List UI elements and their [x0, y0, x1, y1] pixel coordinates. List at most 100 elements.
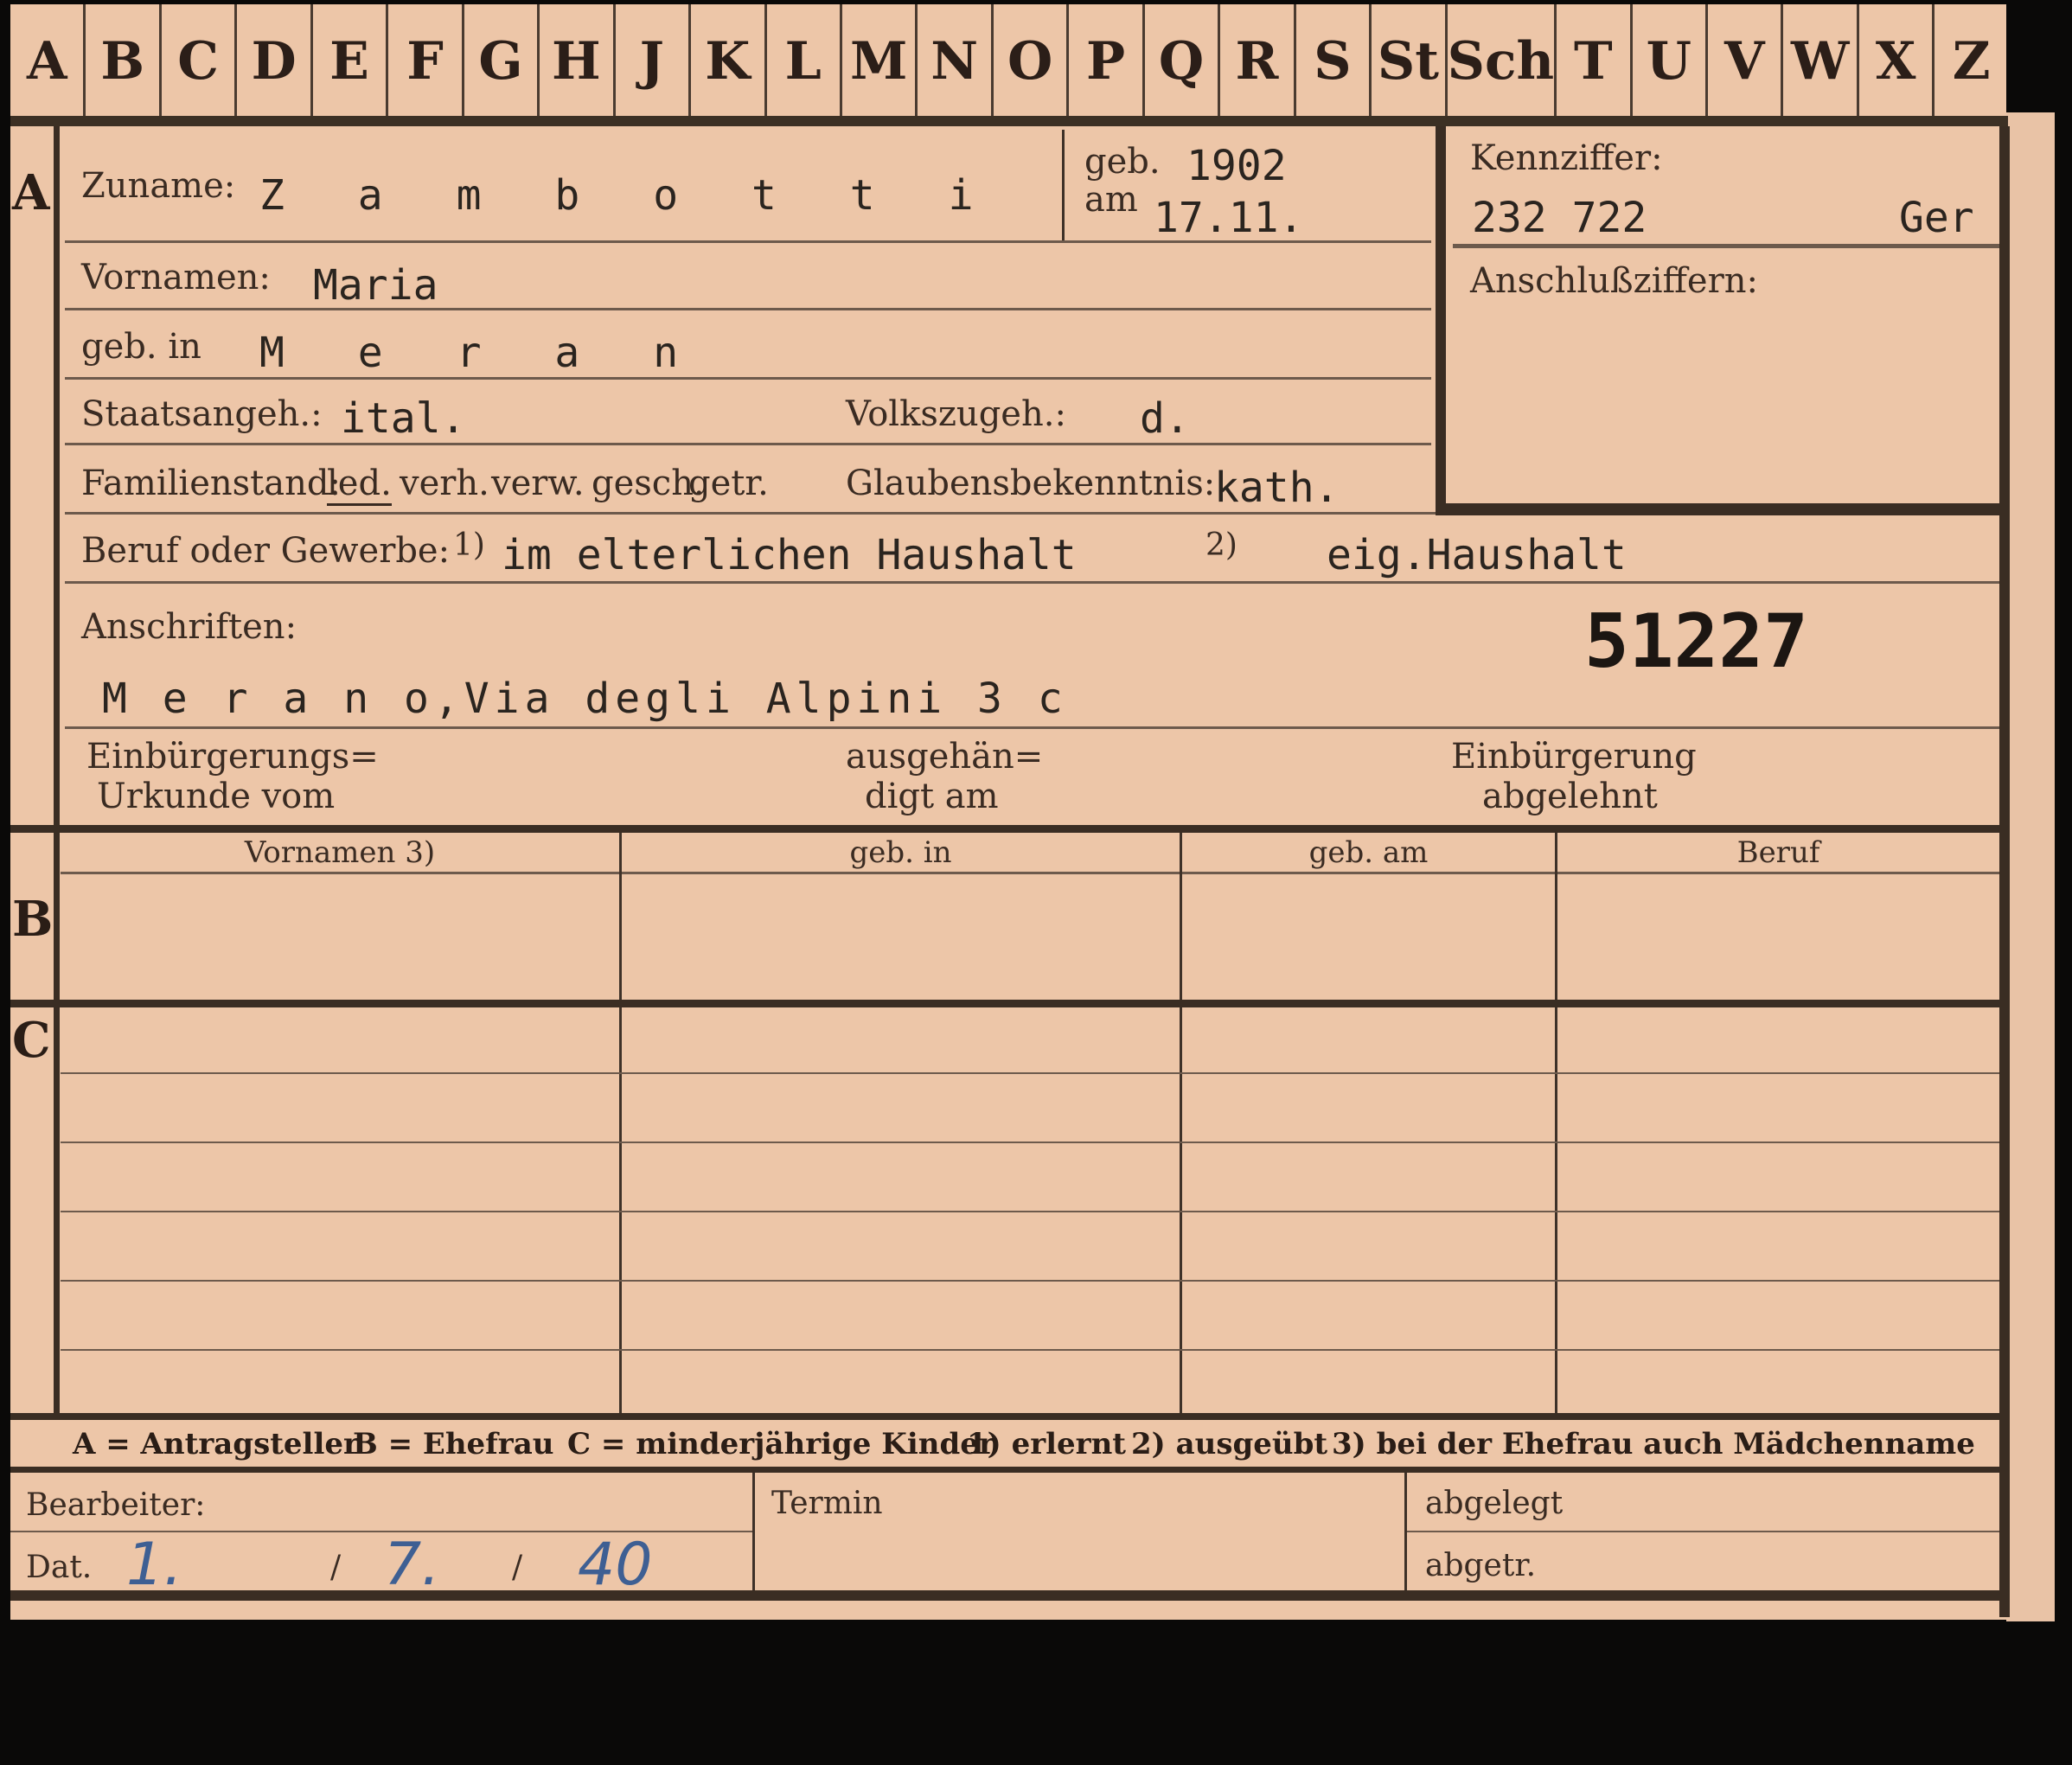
tab-row-divider — [10, 116, 2008, 126]
tab-letter: E — [313, 4, 389, 118]
tab-letter: D — [237, 4, 313, 118]
column-header-vornamen: Vornamen 3) — [244, 835, 436, 870]
familienstand-label: Familienstand: — [81, 464, 341, 503]
row-line — [65, 726, 1999, 729]
section-c-letter: C — [12, 1012, 51, 1069]
kennziffer-divider — [1453, 244, 1999, 248]
beruf-note-2: 2) — [1205, 528, 1237, 563]
tab-letter: V — [1708, 4, 1784, 118]
termin-label: Termin — [771, 1486, 883, 1521]
familienstand-option-led: led. — [327, 464, 392, 506]
beruf-note-1: 1) — [453, 528, 485, 563]
geb-label: geb. — [1084, 142, 1161, 182]
tab-letter: M — [842, 4, 918, 118]
gebin-value: M e r a n — [259, 329, 703, 377]
tab-letter: Sch — [1448, 4, 1557, 118]
footer-top-rule — [10, 1467, 2008, 1473]
geb-divider — [1062, 130, 1065, 240]
card-right-rule — [1999, 126, 2010, 1617]
datum-month: 7. — [384, 1531, 440, 1599]
section-a-letter: A — [12, 164, 50, 221]
kennziffer-box-left — [1436, 126, 1446, 515]
anschriften-label: Anschriften: — [81, 607, 297, 647]
legend-note-erlernt: 1) erlernt — [967, 1427, 1127, 1461]
tab-letter: N — [918, 4, 994, 118]
abgelegt-label: abgelegt — [1425, 1486, 1564, 1521]
tab-letter: R — [1220, 4, 1296, 118]
tab-letter: St — [1372, 4, 1448, 118]
datum-day: 1. — [126, 1531, 182, 1599]
beruf-value-ausgeuebt: eig.Haushalt — [1327, 531, 1627, 579]
datum-separator: / — [512, 1550, 523, 1585]
row-line — [65, 443, 1431, 445]
einbuergerung-abgelehnt-label-1: Einbürgerung — [1451, 737, 1697, 777]
kennziffer-value: 232 722 — [1472, 194, 1647, 242]
tab-letter: P — [1069, 4, 1145, 118]
tab-letter: Z — [1952, 31, 1991, 92]
tab-letter: H — [540, 4, 616, 118]
footer-row-line — [1407, 1531, 1999, 1532]
tab-letter: G — [464, 4, 540, 118]
kennziffer-box-bottom — [1436, 503, 2006, 515]
section-b-letter: B — [12, 891, 54, 948]
tab-letter: U — [1633, 4, 1709, 118]
column-header-geb-in: geb. in — [849, 835, 952, 870]
row-line — [61, 1349, 1999, 1351]
legend-note-maedchenname: 3) bei der Ehefrau auch Mädchenname — [1332, 1427, 1975, 1461]
section-c-top-rule — [10, 1000, 2008, 1007]
tab-letter: S — [1296, 4, 1372, 118]
tab-letter: K — [691, 4, 767, 118]
familienstand-option-verh: verh. — [400, 464, 489, 503]
legend-kinder: C = minderjährige Kinder — [567, 1427, 994, 1461]
gebin-label: geb. in — [81, 327, 201, 367]
row-line — [61, 1141, 1999, 1143]
familienstand-option-verw: verw. — [491, 464, 585, 503]
vornamen-value: Maria — [313, 261, 438, 310]
legend-note-ausgeuebt: 2) ausgeübt — [1131, 1427, 1328, 1461]
section-b-left-rule — [54, 833, 60, 1001]
einbuergerung-urkunde-label-1: Einbürgerungs= — [86, 737, 379, 777]
tab-letter: A — [10, 4, 86, 118]
legend-top-rule — [10, 1413, 2008, 1420]
glaubensbekenntnis-label: Glaubensbekenntnis: — [846, 464, 1216, 503]
section-b-header-line — [61, 872, 1999, 874]
anschlussziffern-label: Anschlußziffern: — [1470, 261, 1758, 301]
row-line — [65, 377, 1431, 380]
section-c-left-rule — [54, 1007, 60, 1414]
tab-letter: C — [162, 4, 238, 118]
beruf-value-erlernt: im elterlichen Haushalt — [502, 531, 1077, 579]
staatsangeh-value: ital. — [341, 394, 466, 443]
datum-year: 40 — [578, 1531, 653, 1599]
tab-letter: T — [1557, 4, 1633, 118]
card-edge — [2006, 112, 2055, 1621]
tab-letter: L — [767, 4, 842, 118]
legend-ehefrau: B = Ehefrau — [353, 1427, 554, 1461]
ausgehaendigt-label-1: ausgehän= — [846, 737, 1044, 777]
datum-separator: / — [330, 1550, 342, 1585]
row-line — [65, 512, 1436, 515]
row-line — [65, 308, 1431, 310]
row-line — [61, 1072, 1999, 1074]
row-line — [61, 1211, 1999, 1212]
anschriften-number: 51227 — [1584, 598, 1808, 685]
footer-bottom-rule — [10, 1590, 2008, 1601]
legend-antragsteller: A = Antragsteller — [73, 1427, 359, 1461]
beruf-label: Beruf oder Gewerbe: — [81, 531, 451, 571]
familienstand-option-getr: getr. — [688, 464, 769, 503]
zuname-value: Z a m b o t t i — [259, 171, 998, 220]
geb-date: 17.11. — [1154, 194, 1304, 242]
glaubensbekenntnis-value: kath. — [1214, 464, 1340, 512]
abgetr-label: abgetr. — [1425, 1548, 1537, 1583]
tab-letter: Q — [1145, 4, 1221, 118]
am-label: am — [1084, 180, 1138, 220]
row-line — [61, 1280, 1999, 1282]
volkszugeh-value: d. — [1140, 394, 1190, 443]
geb-year: 1902 — [1186, 142, 1287, 190]
kennziffer-label: Kennziffer: — [1470, 138, 1663, 178]
column-header-beruf: Beruf — [1736, 835, 1820, 870]
section-a-left-rule — [54, 126, 60, 825]
column-header-geb-am: geb. am — [1308, 835, 1429, 870]
volkszugeh-label: Volkszugeh.: — [846, 394, 1066, 434]
tab-letter: O — [994, 4, 1070, 118]
bearbeiter-label: Bearbeiter: — [26, 1487, 206, 1523]
